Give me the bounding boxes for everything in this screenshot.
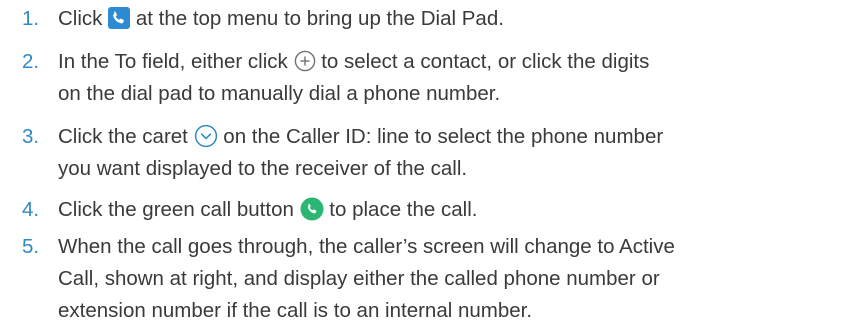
phone-square-icon bbox=[108, 6, 131, 29]
plus-circle-icon bbox=[294, 50, 316, 72]
step-text-before: Click bbox=[58, 7, 103, 30]
step-text-line-1: When the call goes through, the caller’s… bbox=[58, 235, 675, 258]
step-text: When the call goes through, the caller’s… bbox=[58, 231, 838, 327]
step-number: 5. bbox=[22, 235, 40, 258]
step-text: Click the green call button to place the… bbox=[58, 194, 838, 226]
step-text-line-2: Call, shown at right, and display either… bbox=[58, 267, 660, 290]
step-number: 3. bbox=[22, 125, 40, 148]
green-call-button-icon bbox=[300, 197, 324, 221]
step-text-line-3: extension number if the call is to an in… bbox=[58, 299, 533, 322]
step-text-after: on the Caller ID: line to select the pho… bbox=[223, 125, 664, 148]
step-text-before: Click the green call button bbox=[58, 198, 294, 221]
step-number: 1. bbox=[22, 7, 40, 30]
step-text-after: to select a contact, or click the digits bbox=[321, 50, 650, 73]
step-text-after: at the top menu to bring up the Dial Pad… bbox=[135, 7, 504, 30]
instruction-steps: 1. Click at the top menu to bring up the… bbox=[0, 0, 844, 334]
chevron-down-circle-icon bbox=[194, 124, 218, 148]
step-number: 4. bbox=[22, 198, 40, 221]
step-text-line-2: on the dial pad to manually dial a phone… bbox=[58, 82, 501, 105]
step-text-before: In the To field, either click bbox=[58, 50, 288, 73]
step-text-after: to place the call. bbox=[329, 198, 478, 221]
step-text: In the To field, either click to select … bbox=[58, 46, 838, 110]
step-text-before: Click the caret bbox=[58, 125, 188, 148]
step-text: Click at the top menu to bring up the Di… bbox=[58, 3, 838, 35]
step-text: Click the caret on the Caller ID: line t… bbox=[58, 121, 838, 185]
step-text-line-2: you want displayed to the receiver of th… bbox=[58, 157, 468, 180]
step-number: 2. bbox=[22, 50, 40, 73]
